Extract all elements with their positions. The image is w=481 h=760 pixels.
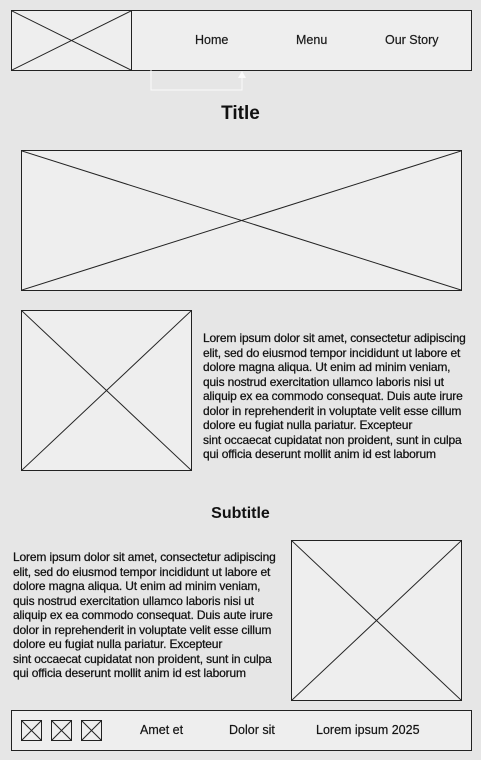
footer-copyright: Lorem ipsum 2025 bbox=[316, 723, 420, 737]
text-line: quis nostrud exercitation ullamco labori… bbox=[203, 374, 444, 389]
text-line: dolor in reprehenderit in voluptate veli… bbox=[203, 403, 462, 418]
text-line: aliquip ex ea commodo consequat. Duis au… bbox=[13, 608, 273, 622]
section1-paragraph: Lorem ipsum dolor sit amet, consectetur … bbox=[203, 331, 466, 462]
text-line: qui officia deserunt mollit anim id est … bbox=[13, 666, 246, 680]
text-line: dolore magna aliqua. Ut enim ad minim ve… bbox=[13, 579, 261, 593]
text-line: sint occaecat cupidatat non proident, su… bbox=[13, 651, 272, 666]
logo-image-placeholder-icon[interactable] bbox=[11, 10, 132, 71]
nav-menu[interactable]: Menu bbox=[296, 33, 327, 47]
connector-arrow-icon bbox=[150, 70, 246, 91]
section-subtitle: Subtitle bbox=[211, 505, 270, 522]
section1-image-placeholder-icon bbox=[21, 310, 192, 471]
nav-our-story[interactable]: Our Story bbox=[385, 33, 439, 47]
hero-image-placeholder-icon bbox=[21, 150, 462, 291]
section2-image-placeholder-icon bbox=[291, 540, 462, 701]
text-line: elit, sed do eiusmod tempor incididunt u… bbox=[13, 564, 271, 579]
text-line: elit, sed do eiusmod tempor incididunt u… bbox=[203, 345, 461, 360]
text-line: qui officia deserunt mollit anim id est … bbox=[203, 447, 436, 461]
page-title: Title bbox=[221, 103, 260, 124]
social-image-placeholder-icon[interactable] bbox=[51, 720, 72, 741]
text-line: aliquip ex ea commodo consequat. Duis au… bbox=[203, 389, 463, 403]
text-line: dolore eu fugiat nulla pariatur. Excepte… bbox=[13, 637, 223, 651]
social-image-placeholder-icon[interactable] bbox=[81, 720, 102, 741]
text-line: dolore eu fugiat nulla pariatur. Excepte… bbox=[203, 418, 413, 432]
text-line: Lorem ipsum dolor sit amet, consectetur … bbox=[13, 550, 276, 564]
text-line: dolore magna aliqua. Ut enim ad minim ve… bbox=[203, 360, 451, 374]
text-line: Lorem ipsum dolor sit amet, consectetur … bbox=[203, 331, 466, 345]
footer-link-amet-et[interactable]: Amet et bbox=[140, 723, 183, 737]
text-line: quis nostrud exercitation ullamco labori… bbox=[13, 593, 254, 608]
section2-paragraph: Lorem ipsum dolor sit amet, consectetur … bbox=[13, 550, 276, 681]
text-line: dolor in reprehenderit in voluptate veli… bbox=[13, 622, 272, 637]
footer-link-dolor-sit[interactable]: Dolor sit bbox=[229, 723, 275, 737]
social-image-placeholder-icon[interactable] bbox=[21, 720, 42, 741]
nav-home[interactable]: Home bbox=[195, 33, 229, 47]
text-line: sint occaecat cupidatat non proident, su… bbox=[203, 432, 462, 447]
